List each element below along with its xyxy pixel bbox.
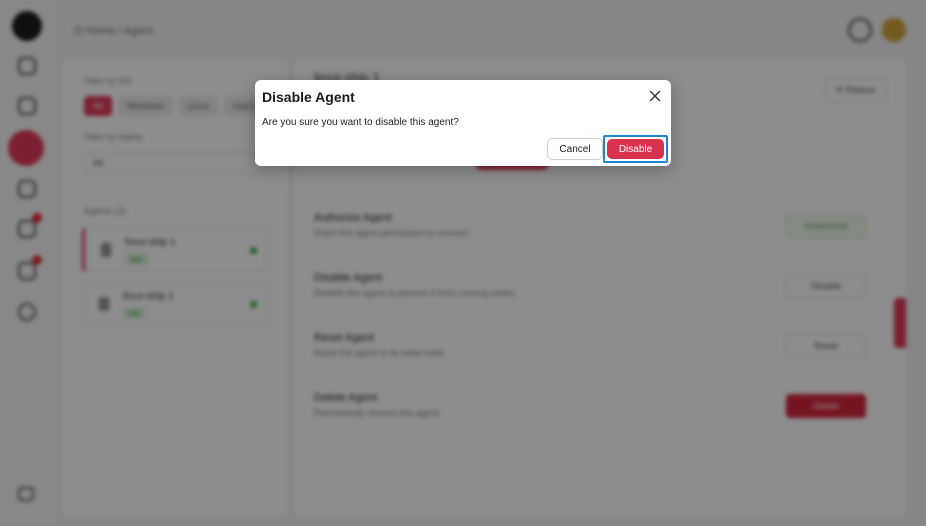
focus-ring: Disable [603, 135, 668, 163]
dialog-message: Are you sure you want to disable this ag… [262, 117, 459, 128]
cancel-button[interactable]: Cancel [547, 138, 603, 160]
modal-overlay[interactable] [0, 0, 926, 526]
dialog-title: Disable Agent [262, 89, 355, 105]
disable-agent-dialog: Disable Agent Are you sure you want to d… [255, 80, 671, 166]
confirm-disable-button[interactable]: Disable [607, 139, 664, 159]
close-button[interactable] [647, 88, 663, 104]
close-icon [649, 90, 661, 102]
